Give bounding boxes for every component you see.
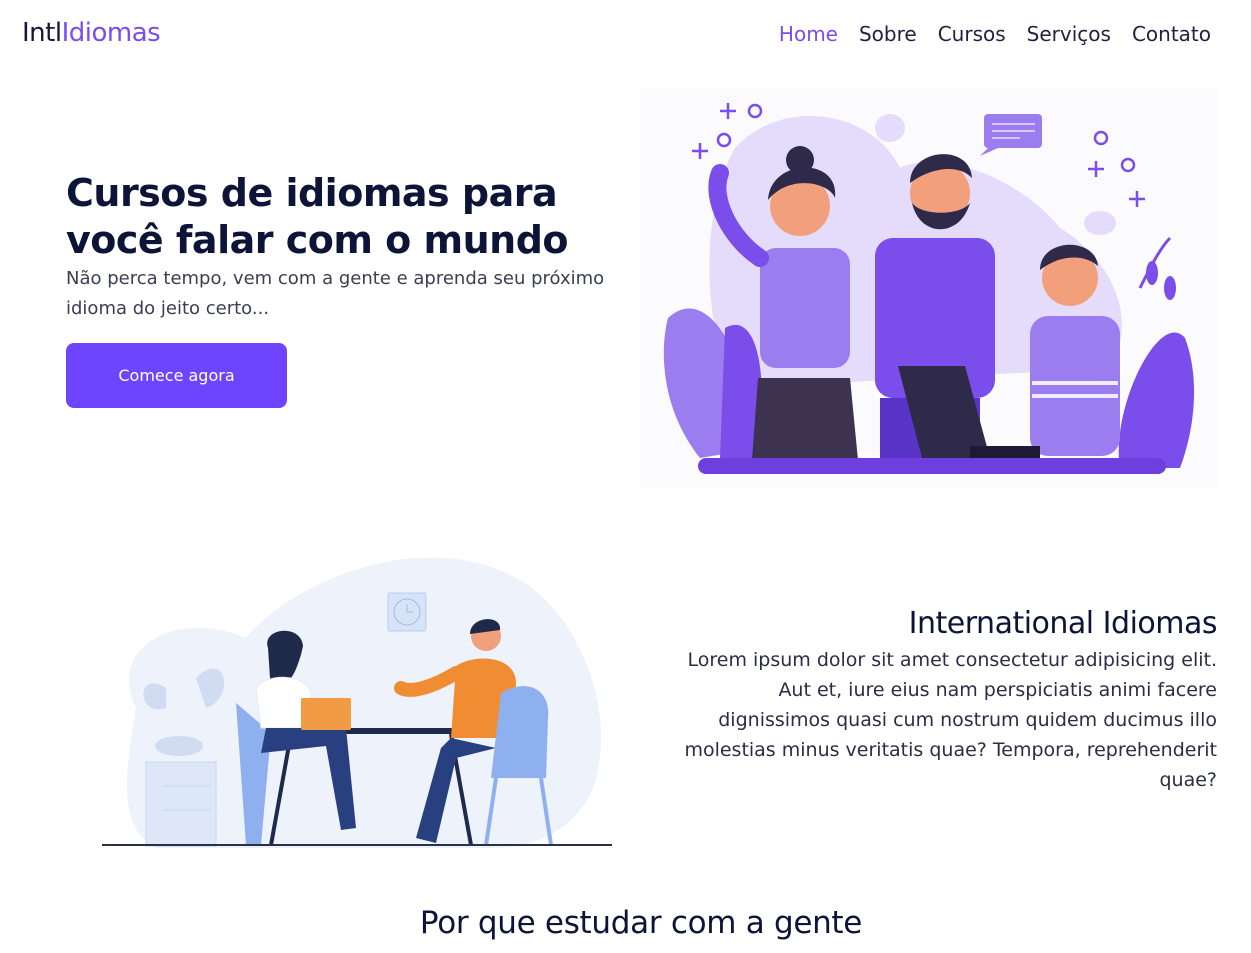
about-section: International Idiomas Lorem ipsum dolor … [677, 606, 1217, 795]
logo-prefix: Intl [22, 18, 62, 48]
hero-text: Cursos de idiomas para você falar com o … [66, 170, 626, 324]
hero-illustration-team [640, 88, 1218, 488]
logo[interactable]: IntlIdiomas [22, 18, 161, 48]
about-title: International Idiomas [908, 606, 1218, 641]
top-navbar: IntlIdiomas Home Sobre Cursos Serviços C… [0, 0, 1251, 70]
nav-item-servicos[interactable]: Serviços [1027, 22, 1111, 46]
hero-subtitle: Não perca tempo, vem com a gente e apren… [66, 268, 605, 319]
hero-title-line1: Cursos de idiomas para [66, 171, 558, 215]
logo-accent: Idiomas [61, 18, 161, 48]
why-section-title: Por que estudar com a gente [419, 905, 863, 941]
nav-menu: Home Sobre Cursos Serviços Contato [779, 22, 1211, 46]
hero-title-line2: você falar com o mundo [66, 218, 569, 262]
nav-item-sobre[interactable]: Sobre [859, 22, 917, 46]
nav-item-cursos[interactable]: Cursos [938, 22, 1006, 46]
about-body: Lorem ipsum dolor sit amet consectetur a… [684, 649, 1217, 791]
about-illustration-meeting [96, 548, 616, 853]
start-now-button[interactable]: Comece agora [66, 343, 287, 408]
nav-item-contato[interactable]: Contato [1132, 22, 1211, 46]
nav-item-home[interactable]: Home [779, 22, 838, 46]
hero-title: Cursos de idiomas para você falar com o … [66, 170, 626, 264]
